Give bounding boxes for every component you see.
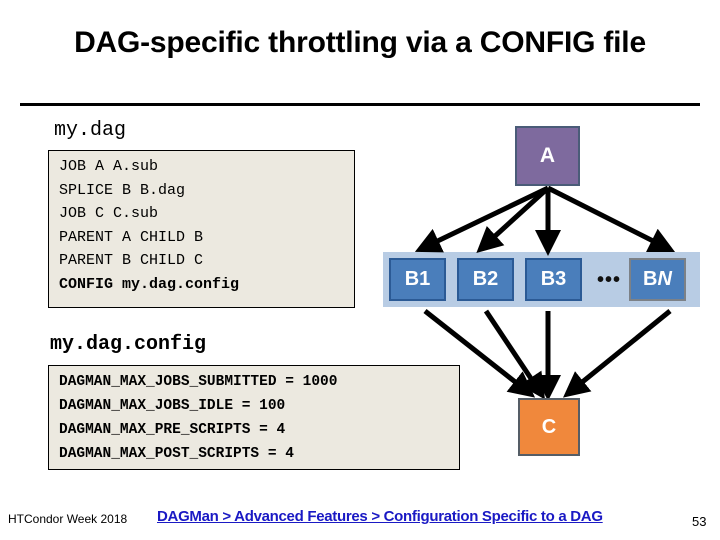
dag-file-line: SPLICE B B.dag [59, 181, 186, 199]
config-file-label: my.dag.config [50, 333, 207, 356]
dag-node-bn[interactable]: BN [629, 258, 686, 301]
footer-breadcrumb[interactable]: DAGMan > Advanced Features > Configurati… [157, 508, 603, 525]
dag-node-b2[interactable]: B2 [457, 258, 514, 301]
dag-file-line: JOB C C.sub [59, 205, 159, 222]
dag-node-bn-suffix: N [657, 268, 672, 290]
slide: DAG-specific throttling via a CONFIG fil… [0, 0, 720, 540]
dag-file-line: PARENT B CHILD C [59, 252, 204, 269]
dag-file-config-line: CONFIG my.dag.config [59, 275, 240, 293]
dag-file-label: my.dag [54, 119, 127, 142]
dag-node-c[interactable]: C [518, 398, 580, 456]
dag-node-b3[interactable]: B3 [525, 258, 582, 301]
dag-file-line: PARENT A CHILD B [59, 228, 204, 246]
dag-nodes-ellipsis: ••• [596, 268, 621, 291]
dag-file-code-box: JOB A A.sub SPLICE B B.dag JOB C C.sub P… [48, 150, 355, 308]
dag-node-bn-prefix: B [643, 268, 658, 290]
dag-file-line: JOB A A.sub [59, 158, 159, 175]
title-divider [20, 103, 700, 106]
dag-diagram: A B1 B2 B3 ••• BN C [370, 115, 720, 485]
footer-page-number: 53 [692, 514, 707, 529]
dag-node-b1[interactable]: B1 [389, 258, 446, 301]
footer-event-label: HTCondor Week 2018 [8, 512, 128, 526]
page-title: DAG-specific throttling via a CONFIG fil… [74, 26, 646, 59]
dag-node-a[interactable]: A [515, 126, 580, 186]
